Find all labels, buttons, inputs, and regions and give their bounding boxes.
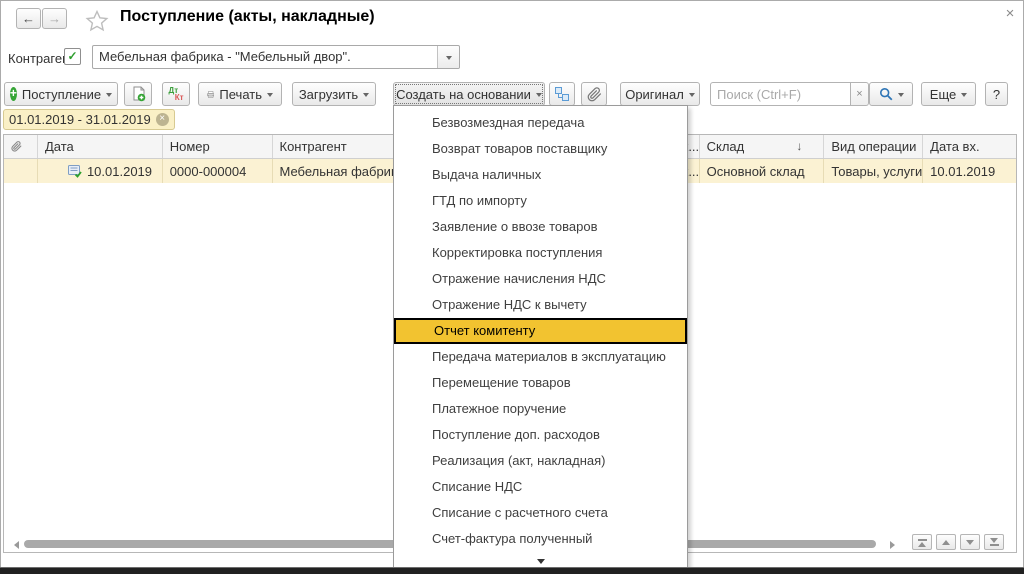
attachments-button[interactable] (581, 82, 607, 106)
chevron-down-icon (267, 93, 273, 100)
cell-number: 0000-000004 (163, 159, 273, 183)
chevron-down-icon (961, 93, 967, 100)
column-header-date[interactable]: Дата (38, 135, 163, 158)
menu-item-3[interactable]: Выдача наличных (394, 162, 687, 188)
sort-descending-icon: ↓ (796, 135, 802, 158)
menu-item-17[interactable]: Счет-фактура полученный (394, 526, 687, 552)
menu-item-8[interactable]: Отражение НДС к вычету (394, 292, 687, 318)
counterparty-dropdown-button[interactable] (437, 46, 459, 68)
forward-arrow-icon: → (48, 11, 61, 26)
column-header-operation[interactable]: Вид операции (824, 135, 923, 158)
load-label: Загрузить (299, 87, 358, 102)
chevron-down-icon (363, 93, 369, 100)
create-from-button[interactable]: Создать на основании (393, 82, 545, 106)
related-documents-button[interactable] (549, 82, 575, 106)
back-button[interactable]: ← (16, 8, 41, 29)
menu-item-9[interactable]: Отчет комитенту (394, 318, 687, 344)
column-header-number[interactable]: Номер (163, 135, 273, 158)
paperclip-icon (11, 141, 22, 152)
create-from-dropdown-menu: Безвозмездная передачаВозврат товаров по… (393, 105, 688, 568)
load-button[interactable]: Загрузить (292, 82, 376, 106)
search-input[interactable] (710, 82, 851, 106)
dtkt-icon: Дт Кт (169, 87, 184, 101)
copy-document-icon (131, 86, 146, 102)
menu-item-13[interactable]: Поступление доп. расходов (394, 422, 687, 448)
search-settings-button[interactable] (869, 82, 913, 106)
period-filter-label: 01.01.2019 - 31.01.2019 (9, 112, 151, 127)
menu-item-12[interactable]: Платежное поручение (394, 396, 687, 422)
posted-document-icon (68, 165, 82, 178)
forward-button[interactable]: → (42, 8, 67, 29)
go-next-row-button[interactable] (960, 534, 980, 550)
original-button[interactable]: Оригинал (620, 82, 700, 106)
menu-item-16[interactable]: Списание с расчетного счета (394, 500, 687, 526)
app-window: ← → Поступление (акты, накладные) × Конт… (0, 0, 1024, 574)
counterparty-value: Мебельная фабрика - "Мебельный двор". (93, 46, 437, 68)
menu-item-10[interactable]: Передача материалов в эксплуатацию (394, 344, 687, 370)
copy-document-button[interactable] (124, 82, 152, 106)
cell-attachment (4, 159, 38, 183)
menu-item-15[interactable]: Списание НДС (394, 474, 687, 500)
counterparty-checkbox[interactable]: ✓ (64, 48, 81, 65)
attachment-column-header[interactable] (4, 135, 38, 158)
scroll-down-icon (537, 559, 545, 564)
chevron-down-icon (536, 93, 542, 100)
chevron-down-icon (898, 93, 904, 100)
check-icon: ✓ (67, 49, 77, 63)
printer-icon (207, 87, 214, 102)
column-header-warehouse[interactable]: Склад ↓ (700, 135, 825, 158)
menu-item-7[interactable]: Отражение начисления НДС (394, 266, 687, 292)
cell-date: 10.01.2019 (38, 159, 163, 183)
chevron-down-icon (446, 56, 452, 63)
menu-item-11[interactable]: Перемещение товаров (394, 370, 687, 396)
counterparty-combobox[interactable]: Мебельная фабрика - "Мебельный двор". (92, 45, 460, 69)
remove-filter-icon[interactable]: × (156, 113, 169, 126)
print-button[interactable]: Печать (198, 82, 282, 106)
search-group: × (710, 82, 869, 106)
menu-item-14[interactable]: Реализация (акт, накладная) (394, 448, 687, 474)
new-receipt-label: Поступление (22, 87, 101, 102)
cell-date-in: 10.01.2019 (923, 159, 1016, 183)
structure-icon (554, 86, 570, 102)
print-label: Печать (219, 87, 262, 102)
paperclip-icon (587, 87, 602, 102)
more-button[interactable]: Еще (921, 82, 976, 106)
scroll-right-icon[interactable] (890, 541, 899, 549)
search-clear-button[interactable]: × (851, 82, 869, 106)
cell-operation: Товары, услуги, ... (824, 159, 923, 183)
create-from-label: Создать на основании (396, 87, 531, 102)
page-title: Поступление (акты, накладные) (120, 8, 375, 26)
row-navigation-buttons (912, 534, 1004, 550)
cell-warehouse: Основной склад (700, 159, 825, 183)
new-receipt-button[interactable]: + Поступление (4, 82, 118, 106)
menu-item-6[interactable]: Корректировка поступления (394, 240, 687, 266)
search-icon (879, 87, 893, 101)
menu-item-4[interactable]: ГТД по импорту (394, 188, 687, 214)
chevron-down-icon (106, 93, 112, 100)
period-filter-tag[interactable]: 01.01.2019 - 31.01.2019 × (3, 109, 175, 130)
go-first-row-button[interactable] (912, 534, 932, 550)
dtkt-postings-button[interactable]: Дт Кт (162, 82, 190, 106)
menu-scroll-more[interactable] (394, 556, 687, 567)
back-arrow-icon: ← (22, 11, 35, 26)
help-label: ? (993, 87, 1000, 102)
favorite-star-icon[interactable] (85, 9, 109, 32)
help-button[interactable]: ? (985, 82, 1008, 106)
menu-item-5[interactable]: Заявление о ввозе товаров (394, 214, 687, 240)
close-icon[interactable]: × (1001, 5, 1019, 23)
plus-icon: + (10, 87, 17, 101)
menu-item-1[interactable]: Безвозмездная передача (394, 110, 687, 136)
go-previous-row-button[interactable] (936, 534, 956, 550)
scroll-left-icon[interactable] (10, 541, 19, 549)
menu-item-2[interactable]: Возврат товаров поставщику (394, 136, 687, 162)
original-label: Оригинал (625, 87, 684, 102)
more-label: Еще (930, 87, 956, 102)
column-header-date-in[interactable]: Дата вх. (923, 135, 1016, 158)
menu-items: Безвозмездная передачаВозврат товаров по… (394, 106, 687, 568)
go-last-row-button[interactable] (984, 534, 1004, 550)
taskbar-strip (0, 567, 1024, 574)
chevron-down-icon (689, 93, 695, 100)
